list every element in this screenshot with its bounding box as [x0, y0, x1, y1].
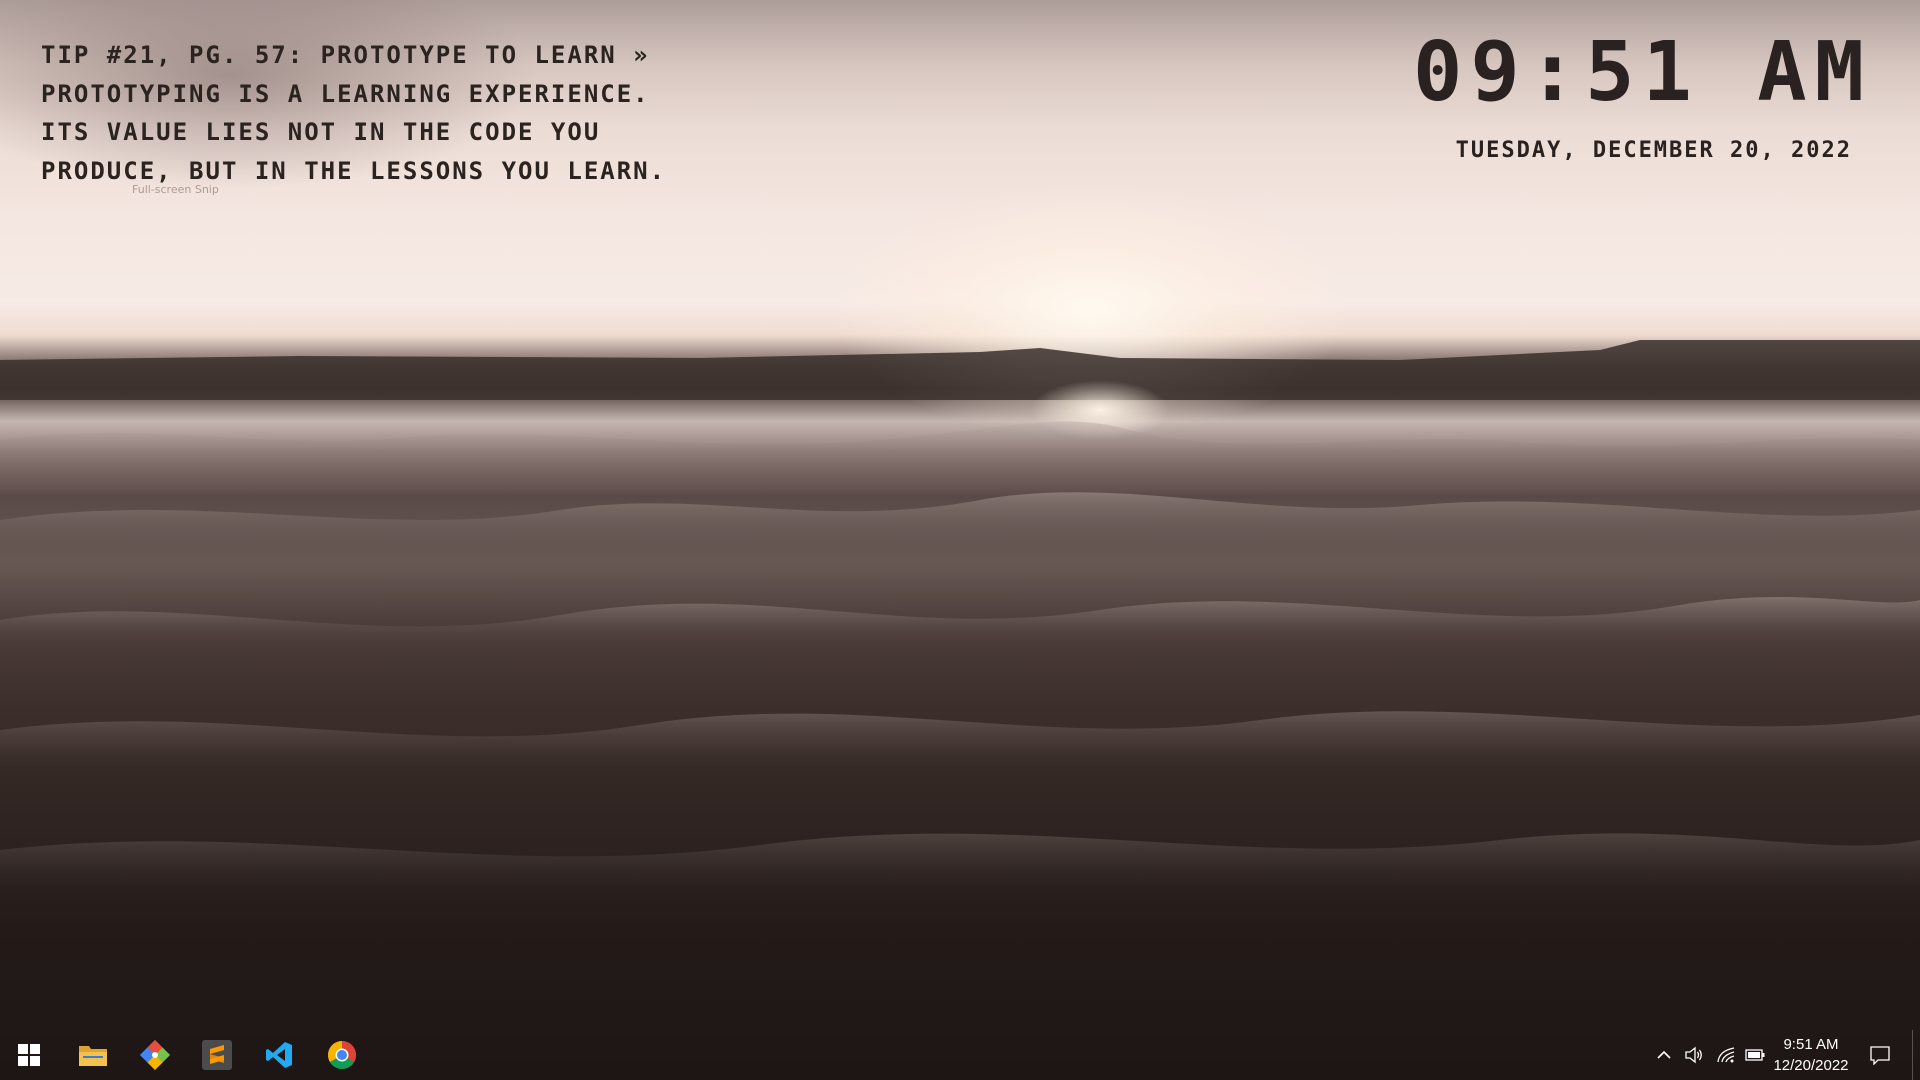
tip-of-the-day-text: Tip #21, pg. 57: Prototype to Learn » Pr…: [41, 41, 667, 185]
show-desktop-button[interactable]: [1912, 1030, 1920, 1080]
taskbar: 9:51 AM 12/20/2022: [0, 1030, 1920, 1080]
wallpaper-waves: [0, 421, 1920, 900]
action-center-button[interactable]: [1862, 1030, 1898, 1080]
windows-logo-icon: [18, 1044, 40, 1066]
taskbar-app-sublime-text[interactable]: [192, 1030, 242, 1080]
notification-icon: [1870, 1046, 1890, 1065]
folder-icon: [79, 1046, 107, 1066]
taskbar-app-file-explorer[interactable]: [68, 1030, 118, 1080]
wallpaper-horizon: [0, 340, 1920, 400]
taskbar-clock-time: 9:51 AM: [1783, 1036, 1839, 1053]
tray-show-hidden-icons[interactable]: [1650, 1030, 1678, 1080]
sublime-text-icon: [202, 1040, 232, 1070]
snip-tooltip-label: Full-screen Snip: [132, 183, 219, 196]
git-diamond-icon: [140, 1040, 170, 1070]
desktop-clock-time: 09:51 AM: [1413, 25, 1872, 120]
chrome-icon: [328, 1041, 356, 1069]
taskbar-app-chrome[interactable]: [317, 1030, 367, 1080]
taskbar-clock-date: 12/20/2022: [1773, 1057, 1849, 1074]
volume-icon: [1685, 1046, 1702, 1064]
tray-volume[interactable]: [1680, 1030, 1708, 1080]
network-icon: [1717, 1047, 1735, 1063]
chevron-up-icon: [1657, 1050, 1671, 1059]
tray-network[interactable]: [1712, 1030, 1740, 1080]
desktop-clock-date: Tuesday, December 20, 2022: [1455, 138, 1852, 163]
taskbar-app-git[interactable]: [130, 1030, 180, 1080]
start-button[interactable]: [0, 1030, 58, 1080]
vscode-icon: [266, 1042, 292, 1068]
battery-icon: [1745, 1049, 1765, 1061]
taskbar-clock[interactable]: 9:51 AM 12/20/2022: [1765, 1030, 1857, 1080]
taskbar-app-vscode[interactable]: [254, 1030, 304, 1080]
